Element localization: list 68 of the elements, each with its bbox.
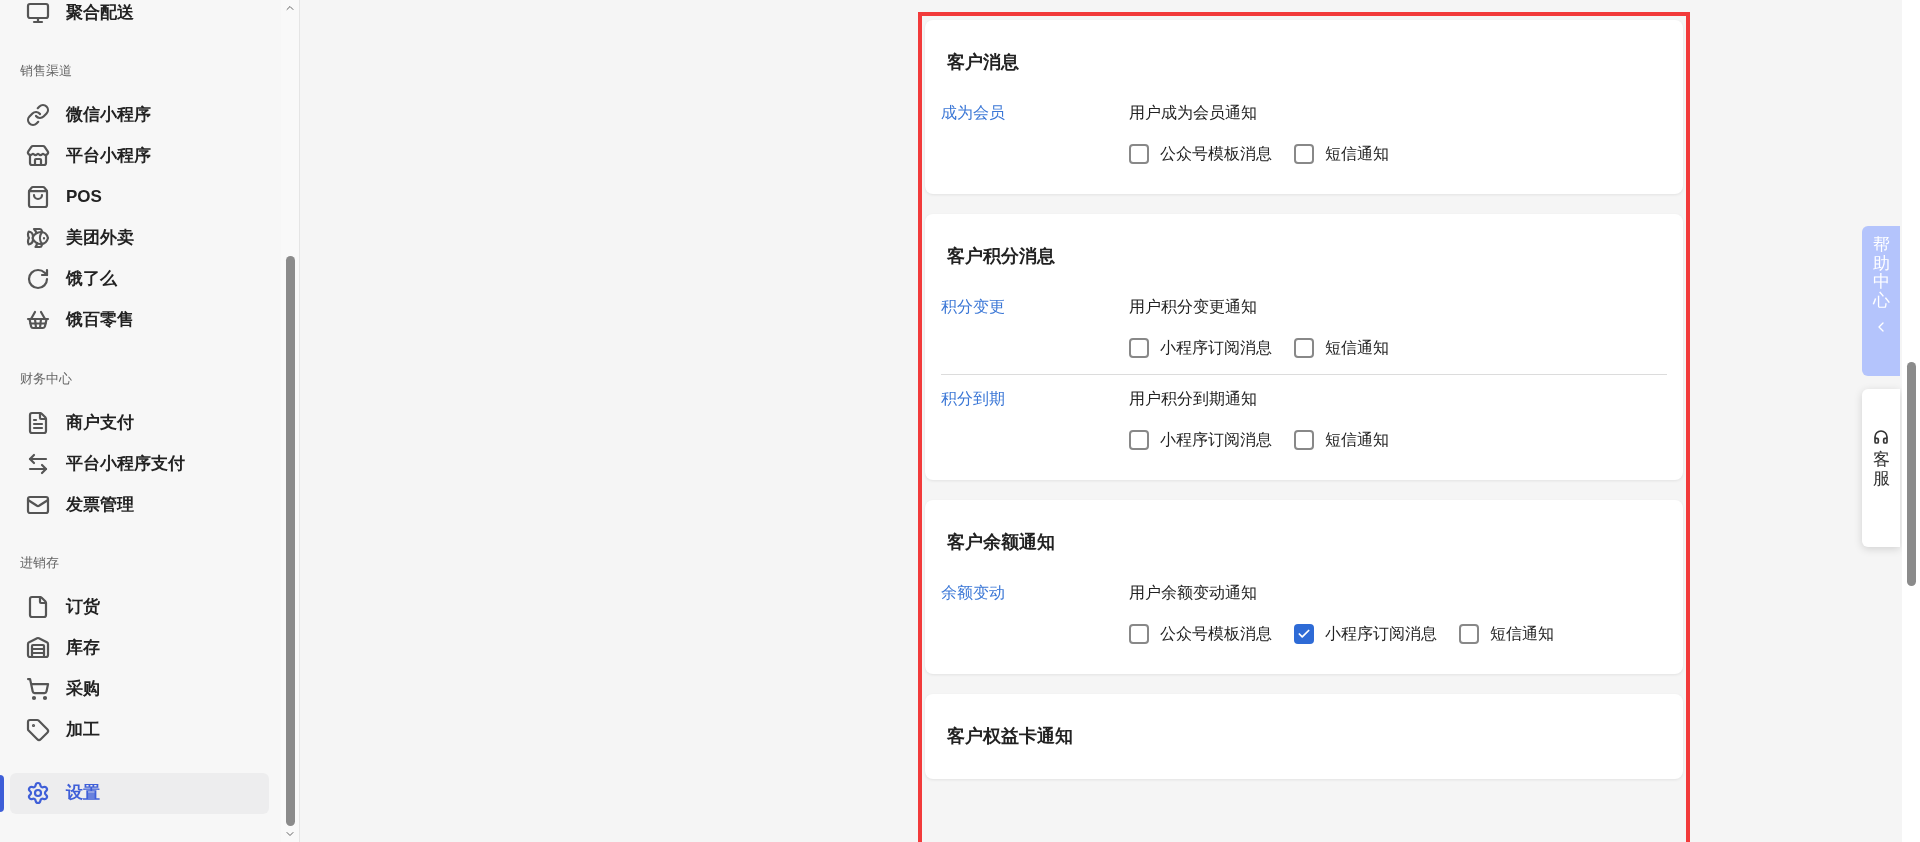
active-indicator <box>0 774 4 812</box>
checkbox-label[interactable]: 短信通知 <box>1325 428 1389 452</box>
notification-description: 用户积分变更通知 <box>1129 297 1258 317</box>
shopping-bag-icon <box>26 185 50 209</box>
circular-arrow-icon <box>26 267 50 291</box>
notification-description: 用户积分到期通知 <box>1129 389 1258 409</box>
customer-service-tab[interactable]: 客服 <box>1862 389 1900 547</box>
sidebar-item[interactable]: 发票管理 <box>10 484 269 525</box>
card-title: 客户权益卡通知 <box>946 725 1074 748</box>
checkbox[interactable] <box>1459 624 1479 644</box>
warehouse-icon <box>26 636 50 660</box>
card-title: 客户积分消息 <box>946 245 1056 268</box>
cart-icon <box>26 677 50 701</box>
checkbox-label[interactable]: 小程序订阅消息 <box>1160 336 1272 360</box>
notification-type-link[interactable]: 余额变动 <box>941 581 1129 646</box>
notification-type-link[interactable]: 积分到期 <box>941 387 1129 452</box>
scrollbar-thumb[interactable] <box>1906 362 1916 586</box>
checkbox[interactable] <box>1294 430 1314 450</box>
settings-icon <box>26 781 50 805</box>
sidebar-item[interactable]: 库存 <box>10 627 269 669</box>
checkbox-label[interactable]: 小程序订阅消息 <box>1160 428 1272 452</box>
checkbox[interactable] <box>1129 430 1149 450</box>
check-icon <box>1297 627 1311 641</box>
fish-icon <box>26 226 50 250</box>
notification-description: 用户余额变动通知 <box>1129 583 1258 603</box>
checkbox[interactable] <box>1129 624 1149 644</box>
checkbox-label[interactable]: 公众号模板消息 <box>1160 142 1272 166</box>
checkbox[interactable] <box>1294 144 1314 164</box>
checkbox[interactable] <box>1294 338 1314 358</box>
sidebar-item[interactable]: 平台小程序支付 <box>10 443 269 484</box>
sidebar-item[interactable]: 美团外卖 <box>10 217 269 259</box>
checkbox-label[interactable]: 公众号模板消息 <box>1160 622 1272 646</box>
sidebar-item[interactable]: 采购 <box>10 668 269 710</box>
sidebar-item[interactable]: 饿了么 <box>10 258 269 300</box>
sidebar-item[interactable]: 订货 <box>10 586 269 628</box>
checkbox[interactable] <box>1294 624 1314 644</box>
sidebar-item[interactable]: 加工 <box>10 709 269 751</box>
section-header: 销售渠道 <box>19 62 73 80</box>
sidebar-item[interactable]: POS <box>10 176 269 218</box>
page-scrollbar[interactable] <box>1902 0 1920 842</box>
checkbox-label[interactable]: 短信通知 <box>1325 336 1389 360</box>
sidebar-item[interactable]: 商户支付 <box>10 402 269 443</box>
document-icon <box>26 410 50 435</box>
sidebar-item[interactable]: 微信小程序 <box>10 94 269 136</box>
checkbox[interactable] <box>1129 338 1149 358</box>
card-title: 客户消息 <box>946 51 1020 74</box>
checkbox-label[interactable]: 小程序订阅消息 <box>1325 622 1437 646</box>
notification-description: 用户成为会员通知 <box>1129 103 1258 123</box>
headset-icon <box>1873 429 1889 445</box>
section-header: 进销存 <box>19 554 60 572</box>
sidebar-item[interactable]: 平台小程序 <box>10 135 269 177</box>
store-icon <box>26 144 50 168</box>
checkbox[interactable] <box>1129 144 1149 164</box>
monitor-icon <box>26 0 50 25</box>
notification-type-link[interactable]: 积分变更 <box>941 295 1129 360</box>
link-icon <box>26 103 50 127</box>
sidebar-item[interactable]: 饿百零售 <box>10 299 269 341</box>
sidebar-item[interactable]: 聚合配送 <box>10 0 269 33</box>
section-header: 财务中心 <box>19 369 73 388</box>
checkbox-label[interactable]: 短信通知 <box>1490 622 1554 646</box>
scrollbar-thumb[interactable] <box>285 256 295 826</box>
arrows-icon <box>26 451 50 476</box>
card-title: 客户余额通知 <box>946 531 1056 554</box>
basket-icon <box>26 308 50 332</box>
tag-icon <box>26 718 50 742</box>
notification-type-link[interactable]: 成为会员 <box>941 101 1129 166</box>
file-icon <box>26 595 50 619</box>
checkbox-label[interactable]: 短信通知 <box>1325 142 1389 166</box>
